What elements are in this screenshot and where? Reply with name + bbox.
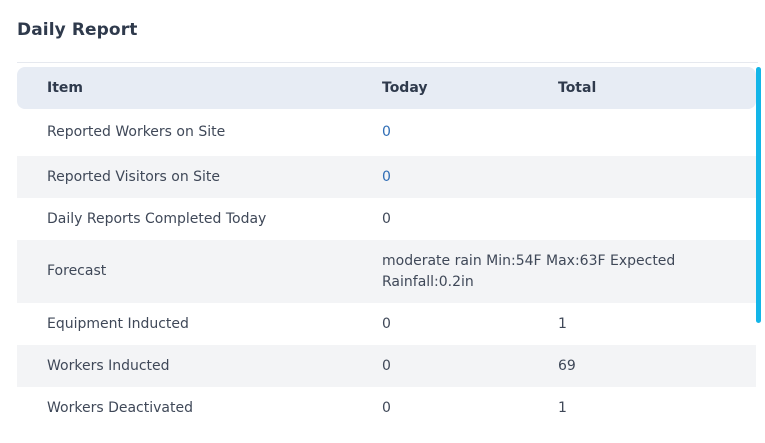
row-item-label: Daily Reports Completed Today (47, 210, 267, 227)
column-header-item: Item (47, 79, 83, 96)
table-row: Workers Deactivated 0 1 (17, 387, 756, 429)
row-total-value: 69 (558, 357, 576, 374)
row-total-value (558, 109, 708, 156)
daily-report-table: Item Today Total Reported Workers on Sit… (17, 67, 756, 429)
card-title: Daily Report (17, 20, 138, 40)
row-total-value (558, 156, 708, 198)
row-item-label: Reported Visitors on Site (47, 168, 221, 185)
forecast-value: moderate rain Min:54F Max:63F Expected R… (382, 252, 676, 290)
vertical-scrollbar-thumb[interactable] (756, 67, 761, 323)
row-item-label: Forecast (47, 263, 107, 279)
row-item-label: Equipment Inducted (47, 315, 189, 332)
column-header-total: Total (558, 79, 597, 96)
row-item-label: Workers Inducted (47, 357, 170, 374)
row-item-label: Reported Workers on Site (47, 124, 226, 140)
table-row: Equipment Inducted 0 1 (17, 303, 756, 345)
table-row: Daily Reports Completed Today 0 (17, 198, 756, 240)
row-total-value (558, 198, 708, 240)
table-row: Reported Visitors on Site 0 (17, 156, 756, 198)
table-header: Item Today Total (17, 67, 756, 109)
row-total-value: 1 (558, 315, 567, 332)
table-row: Reported Workers on Site 0 (17, 109, 756, 156)
row-item-label: Workers Deactivated (47, 399, 193, 416)
table-row: Workers Inducted 0 69 (17, 345, 756, 387)
row-total-value: 1 (558, 399, 567, 416)
daily-report-card: Daily Report Item Today Total Reported W… (0, 0, 765, 443)
title-divider (17, 62, 758, 63)
table-row: Forecast moderate rain Min:54F Max:63F E… (17, 240, 756, 303)
